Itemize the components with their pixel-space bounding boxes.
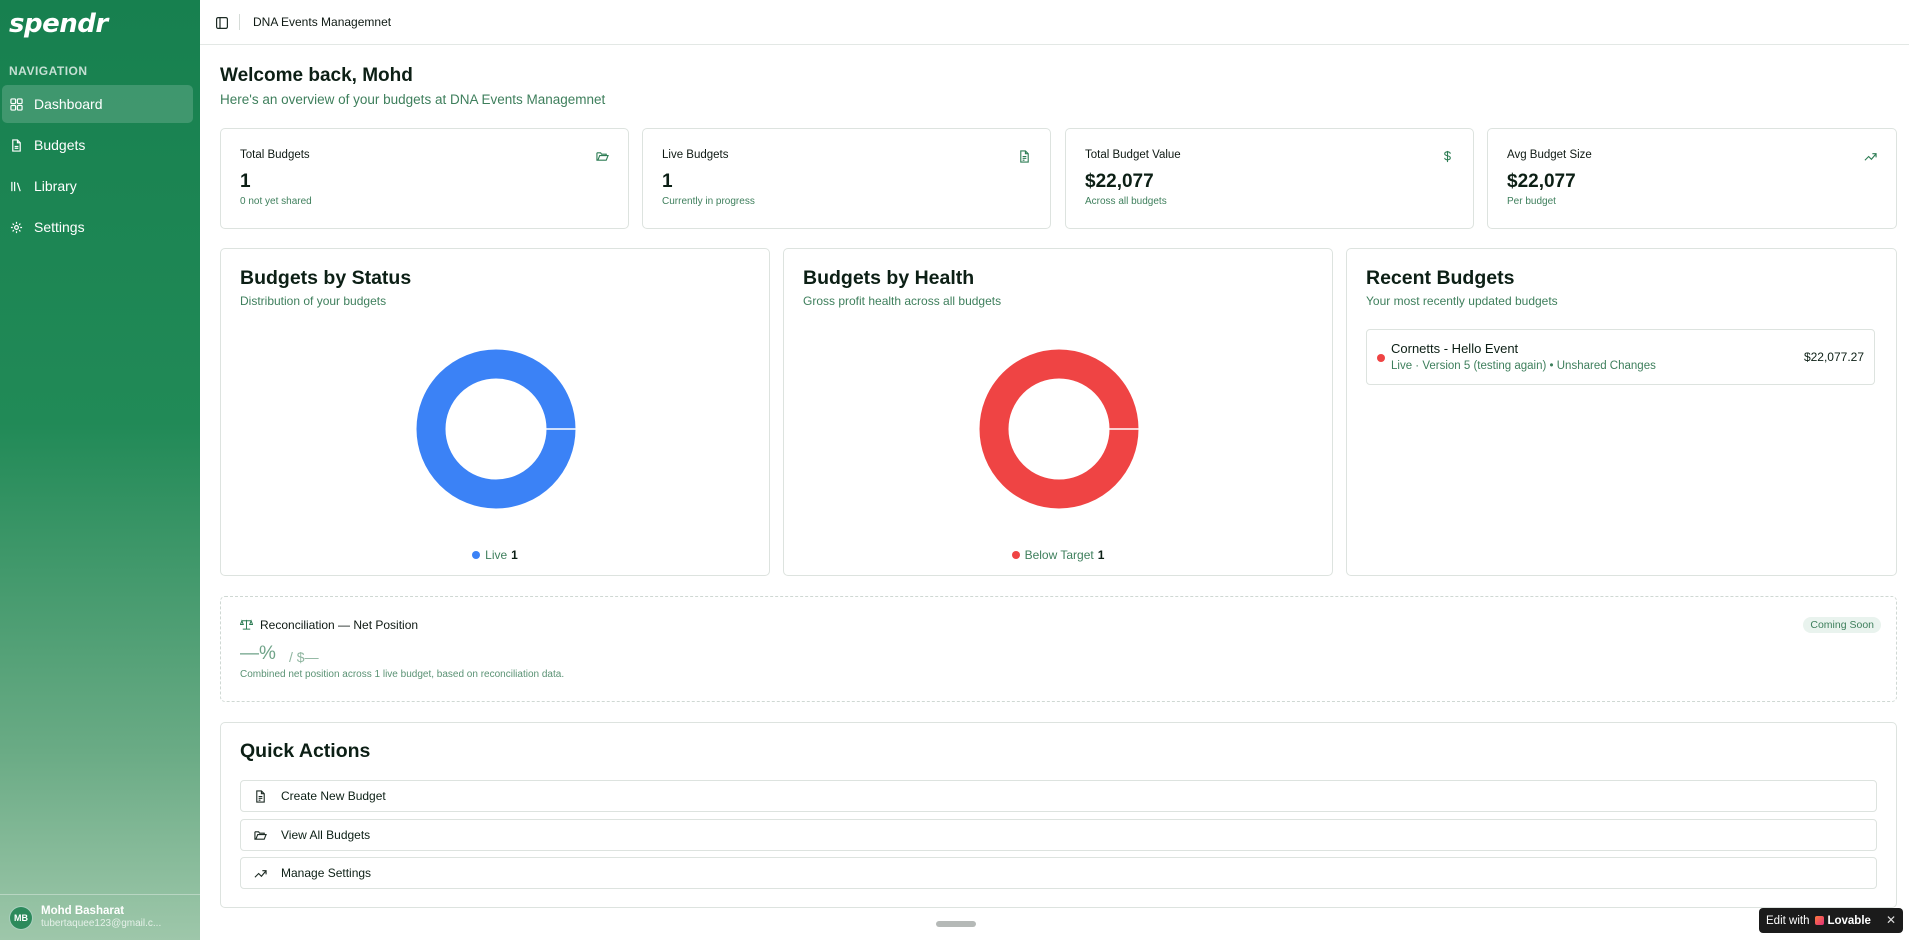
recent-budget-row[interactable]: Cornetts - Hello Event Live · Version 5 … <box>1366 329 1875 385</box>
stat-value: 1 <box>662 171 673 192</box>
stat-value: 1 <box>240 171 251 192</box>
user-name: Mohd Basharat <box>41 905 125 918</box>
topbar-divider <box>239 14 240 30</box>
legend-count: 1 <box>511 548 518 562</box>
org-name: DNA Events Managemnet <box>253 15 392 29</box>
app-logo[interactable]: spendr <box>9 9 108 39</box>
health-donut-chart <box>979 349 1139 509</box>
badge-brand: Lovable <box>1827 914 1871 927</box>
page-subtitle: Here's an overview of your budgets at DN… <box>220 92 606 107</box>
panel-subtitle: Gross profit health across all budgets <box>803 294 1002 308</box>
button-label: Manage Settings <box>281 866 372 880</box>
legend-dot <box>472 551 481 559</box>
sidebar-item-library[interactable]: Library <box>2 167 193 205</box>
reconciliation-note: Combined net position across 1 live budg… <box>240 669 565 680</box>
reconciliation-title: Reconciliation — Net Position <box>260 618 419 632</box>
folder-open-icon <box>596 150 609 163</box>
status-donut-chart <box>416 349 576 509</box>
manage-settings-button[interactable]: Manage Settings <box>240 857 1877 889</box>
recent-budgets-panel: Recent Budgets Your most recently update… <box>1346 248 1897 576</box>
stat-value: $22,077 <box>1085 171 1154 192</box>
scale-icon <box>239 618 254 631</box>
sidebar-item-dashboard[interactable]: Dashboard <box>2 85 193 123</box>
panel-subtitle: Your most recently updated budgets <box>1366 294 1558 308</box>
close-icon[interactable]: ✕ <box>1886 913 1896 927</box>
edit-with-lovable-badge[interactable]: Edit with Lovable ✕ <box>1759 908 1903 933</box>
sidebar-item-label: Dashboard <box>34 96 103 112</box>
file-text-icon <box>1018 150 1031 163</box>
button-label: View All Budgets <box>281 828 371 842</box>
stat-title: Avg Budget Size <box>1507 149 1592 161</box>
topbar: DNA Events Managemnet <box>200 0 1909 45</box>
recent-budget-name: Cornetts - Hello Event <box>1391 341 1519 356</box>
sidebar: spendr NAVIGATION Dashboard Budgets Libr… <box>0 0 200 940</box>
avatar: MB <box>9 905 33 930</box>
lovable-logo-icon <box>1815 916 1825 925</box>
panel-subtitle: Distribution of your budgets <box>240 294 387 308</box>
stat-value: $22,077 <box>1507 171 1576 192</box>
user-profile[interactable]: MB Mohd Basharat tubertaquee123@gmail.c.… <box>0 894 200 940</box>
trending-up-icon <box>1864 150 1877 163</box>
budgets-by-health-panel: Budgets by Health Gross profit health ac… <box>783 248 1333 576</box>
stat-card-avg-size: Avg Budget Size $22,077 Per budget <box>1487 128 1897 229</box>
scroll-handle[interactable] <box>936 921 976 927</box>
recent-budget-amount: $22,077.27 <box>1803 350 1864 364</box>
panel-title: Budgets by Status <box>240 267 412 289</box>
stat-subtext: 0 not yet shared <box>240 196 312 207</box>
budgets-by-status-panel: Budgets by Status Distribution of your b… <box>220 248 770 576</box>
status-dot <box>1377 354 1385 362</box>
file-plus-icon <box>254 789 267 803</box>
stat-title: Total Budgets <box>240 149 310 161</box>
sidebar-toggle-icon[interactable] <box>216 16 229 30</box>
badge-prefix: Edit with <box>1766 914 1810 927</box>
legend-label: Below Target <box>1024 548 1094 562</box>
library-icon <box>10 180 23 193</box>
sidebar-item-label: Library <box>34 178 77 194</box>
legend-dot <box>1011 551 1020 559</box>
sidebar-item-settings[interactable]: Settings <box>2 208 193 246</box>
create-budget-button[interactable]: Create New Budget <box>240 780 1877 812</box>
trending-up-icon <box>254 867 267 880</box>
quick-actions-panel: Quick Actions Create New Budget View All… <box>220 722 1897 908</box>
gear-icon <box>10 221 23 234</box>
stat-subtext: Currently in progress <box>662 196 755 207</box>
dollar-icon <box>1441 150 1454 163</box>
stat-card-total-budgets: Total Budgets 1 0 not yet shared <box>220 128 629 229</box>
sidebar-item-label: Settings <box>34 219 85 235</box>
grid-icon <box>10 97 23 111</box>
file-icon <box>10 138 23 152</box>
stat-subtext: Across all budgets <box>1085 196 1167 207</box>
view-all-budgets-button[interactable]: View All Budgets <box>240 819 1877 851</box>
legend-count: 1 <box>1097 548 1105 562</box>
page-title: Welcome back, Mohd <box>220 65 413 86</box>
user-email: tubertaquee123@gmail.c... <box>41 918 162 930</box>
status-legend: Live 1 <box>221 548 769 562</box>
recent-budget-meta: Live · Version 5 (testing again) • Unsha… <box>1391 360 1656 372</box>
coming-soon-badge: Coming Soon <box>1803 617 1881 633</box>
folder-open-icon <box>254 829 267 842</box>
stat-subtext: Per budget <box>1507 196 1556 207</box>
stat-title: Live Budgets <box>662 149 729 161</box>
stat-card-live-budgets: Live Budgets 1 Currently in progress <box>642 128 1051 229</box>
panel-title: Budgets by Health <box>803 267 975 289</box>
panel-title: Quick Actions <box>240 740 371 762</box>
sidebar-item-budgets[interactable]: Budgets <box>2 126 193 164</box>
button-label: Create New Budget <box>281 789 386 803</box>
stat-title: Total Budget Value <box>1085 149 1181 161</box>
legend-label: Live <box>485 548 508 562</box>
stat-card-total-value: Total Budget Value $22,077 Across all bu… <box>1065 128 1474 229</box>
reconciliation-panel: Reconciliation — Net Position Coming Soo… <box>220 596 1897 702</box>
sidebar-item-label: Budgets <box>34 137 86 153</box>
panel-title: Recent Budgets <box>1366 267 1515 289</box>
reconciliation-amount: / $— <box>289 649 319 665</box>
health-legend: Below Target 1 <box>784 548 1332 562</box>
nav-section-label: NAVIGATION <box>9 64 88 78</box>
reconciliation-percent: —% <box>240 643 276 664</box>
